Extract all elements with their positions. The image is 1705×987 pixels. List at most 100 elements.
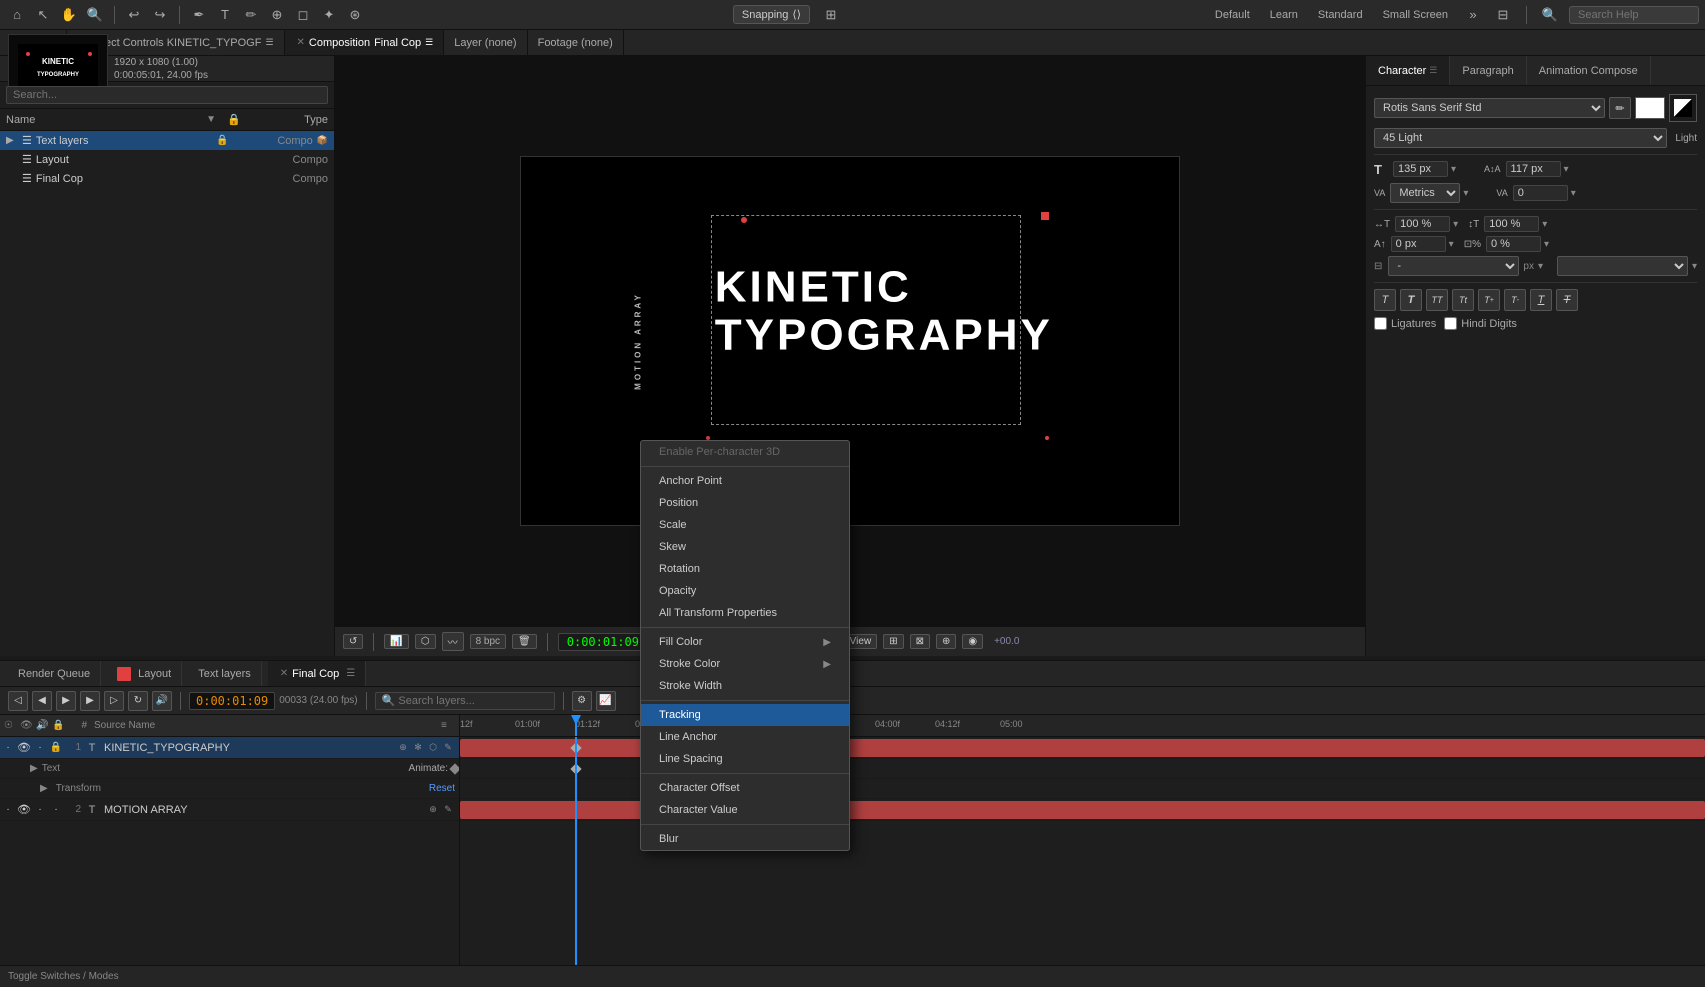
font-size-arrow[interactable]: ▾: [1451, 164, 1456, 175]
brush-tool[interactable]: ✏: [240, 4, 262, 26]
tab-composition[interactable]: ✕ Composition Final Cop ☰: [285, 30, 445, 55]
font-select[interactable]: Rotis Sans Serif Std: [1374, 98, 1605, 118]
ctx-enable-3d[interactable]: Enable Per-character 3D: [641, 441, 849, 463]
l1-ic1[interactable]: ⊕: [396, 742, 410, 753]
hindi-check-input[interactable]: [1444, 317, 1457, 330]
allcaps-btn[interactable]: TT: [1426, 289, 1448, 311]
l1-ic3[interactable]: ⬡: [426, 742, 440, 753]
standard-nav[interactable]: Standard: [1312, 7, 1369, 23]
tab-paragraph[interactable]: Paragraph: [1450, 56, 1526, 85]
graph-btn[interactable]: 📊: [384, 634, 408, 649]
layer-1-text-sub[interactable]: ▶ Text Animate:: [0, 759, 459, 779]
small-screen-nav[interactable]: Small Screen: [1377, 7, 1454, 23]
play-btn[interactable]: ▶: [56, 691, 76, 711]
tl-tab-layout[interactable]: Layout: [107, 661, 182, 686]
transform-expand-icon[interactable]: ▶: [40, 783, 48, 794]
default-nav[interactable]: Default: [1209, 7, 1256, 23]
layer-row-1[interactable]: · 👁 · 🔒 1 T KINETIC_TYPOGRAPHY ⊕ ✻ ⬡ ✎: [0, 737, 459, 759]
layer-row-2[interactable]: · 👁 · · 2 T MOTION ARRAY ⊕ ✎: [0, 799, 459, 821]
ligatures-checkbox[interactable]: Ligatures: [1374, 317, 1436, 330]
ctx-anchor-point[interactable]: Anchor Point: [641, 470, 849, 492]
ctx-opacity[interactable]: Opacity: [641, 580, 849, 602]
subscript-btn[interactable]: T-: [1504, 289, 1526, 311]
ctx-char-value[interactable]: Character Value: [641, 799, 849, 821]
tl-tab-text-layers[interactable]: Text layers: [188, 661, 262, 686]
ctx-rotation[interactable]: Rotation: [641, 558, 849, 580]
vert-scale-arrow[interactable]: ▾: [1542, 219, 1547, 230]
reset-button[interactable]: ↺: [343, 634, 363, 649]
audio-btn[interactable]: 🔊: [152, 691, 172, 711]
clone-tool[interactable]: ⊕: [266, 4, 288, 26]
redo-tool[interactable]: ↪: [149, 4, 171, 26]
leading-arrow[interactable]: ▾: [1564, 164, 1569, 175]
motion-path-btn[interactable]: 〰: [442, 632, 464, 651]
ctx-skew[interactable]: Skew: [641, 536, 849, 558]
home-icon[interactable]: ⌂: [6, 4, 28, 26]
ctx-line-anchor[interactable]: Line Anchor: [641, 726, 849, 748]
overflow-icon[interactable]: »: [1462, 4, 1484, 26]
project-search-input[interactable]: [6, 86, 328, 104]
layer-1-audio[interactable]: ·: [32, 742, 48, 753]
ctx-char-offset[interactable]: Character Offset: [641, 777, 849, 799]
layer-1-transform-sub[interactable]: ▶ Transform Reset: [0, 779, 459, 799]
tl-timecode[interactable]: 0:00:01:09: [189, 692, 275, 710]
final-tab-close[interactable]: ✕: [280, 668, 288, 679]
tab-character[interactable]: Character ☰: [1366, 56, 1450, 85]
timecode-display[interactable]: 0:00:01:09: [558, 633, 648, 651]
l2-ic1[interactable]: ⊕: [426, 804, 440, 815]
layer-2-audio[interactable]: ·: [32, 804, 48, 815]
superscript-btn[interactable]: T+: [1478, 289, 1500, 311]
indent2-arrow[interactable]: ▾: [1692, 261, 1697, 272]
layer-1-eye[interactable]: 👁: [16, 741, 32, 754]
eraser-tool[interactable]: ◻: [292, 4, 314, 26]
project-item-layout[interactable]: ☰ Layout Compo: [0, 150, 334, 169]
ctx-line-spacing[interactable]: Line Spacing: [641, 748, 849, 770]
ligatures-check-input[interactable]: [1374, 317, 1387, 330]
indent-select[interactable]: -: [1388, 256, 1519, 276]
layer-1-lock[interactable]: 🔒: [48, 742, 64, 753]
zoom-tool[interactable]: 🔍: [84, 4, 106, 26]
project-item-text-layers[interactable]: ▶ ☰ Text layers 🔒 Compo 📦: [0, 131, 334, 150]
baseline-arrow[interactable]: ▾: [1449, 239, 1454, 250]
toggle-switches-label[interactable]: Toggle Switches / Modes: [8, 971, 119, 982]
layer-2-eye[interactable]: 👁: [16, 803, 32, 816]
l1-ic2[interactable]: ✻: [411, 742, 425, 753]
select-tool[interactable]: ↖: [32, 4, 54, 26]
text-expand-icon[interactable]: ▶: [30, 763, 38, 774]
hindi-digits-checkbox[interactable]: Hindi Digits: [1444, 317, 1517, 330]
snap-btn[interactable]: ⊕: [936, 634, 956, 649]
tl-graph-btn[interactable]: 📈: [596, 691, 616, 711]
timeline-search[interactable]: [375, 692, 555, 710]
italic-btn[interactable]: T: [1374, 289, 1396, 311]
font-color-box[interactable]: [1635, 97, 1665, 119]
tl-tab-final-cop[interactable]: ✕ Final Cop ☰: [268, 661, 366, 686]
search-input[interactable]: [1569, 6, 1699, 24]
undo-tool[interactable]: ↩: [123, 4, 145, 26]
tab-layer[interactable]: Layer (none): [444, 30, 527, 55]
tab-animation-compose[interactable]: Animation Compose: [1527, 56, 1651, 85]
view-options-btn[interactable]: ⊞: [883, 634, 903, 649]
search-icon[interactable]: 🔍: [1539, 4, 1561, 26]
comp-tab-close[interactable]: ✕: [297, 37, 305, 48]
mask-btn[interactable]: ⬡: [415, 634, 436, 649]
vert-scale-input[interactable]: [1484, 216, 1539, 232]
bpc-display[interactable]: 8 bpc: [470, 634, 506, 649]
strikethrough-btn[interactable]: T: [1556, 289, 1578, 311]
learn-nav[interactable]: Learn: [1264, 7, 1304, 23]
ctx-position[interactable]: Position: [641, 492, 849, 514]
bold-italic-btn[interactable]: T: [1400, 289, 1422, 311]
ctx-tracking[interactable]: Tracking: [641, 704, 849, 726]
indent-select2[interactable]: [1557, 256, 1688, 276]
hand-tool[interactable]: ✋: [58, 4, 80, 26]
font-swatch[interactable]: [1669, 94, 1697, 122]
ctx-all-transform[interactable]: All Transform Properties: [641, 602, 849, 624]
play-end-btn[interactable]: ▷: [104, 691, 124, 711]
font-size-input[interactable]: [1393, 161, 1448, 177]
ctx-stroke-color[interactable]: Stroke Color ▶: [641, 653, 849, 675]
baseline-input[interactable]: [1391, 236, 1446, 252]
align-icon[interactable]: ⊞: [820, 4, 842, 26]
leading-input[interactable]: [1506, 161, 1561, 177]
frame-fwd-btn[interactable]: ▶: [80, 691, 100, 711]
loop-btn[interactable]: ↻: [128, 691, 148, 711]
layer-2-solo[interactable]: ·: [0, 804, 16, 815]
